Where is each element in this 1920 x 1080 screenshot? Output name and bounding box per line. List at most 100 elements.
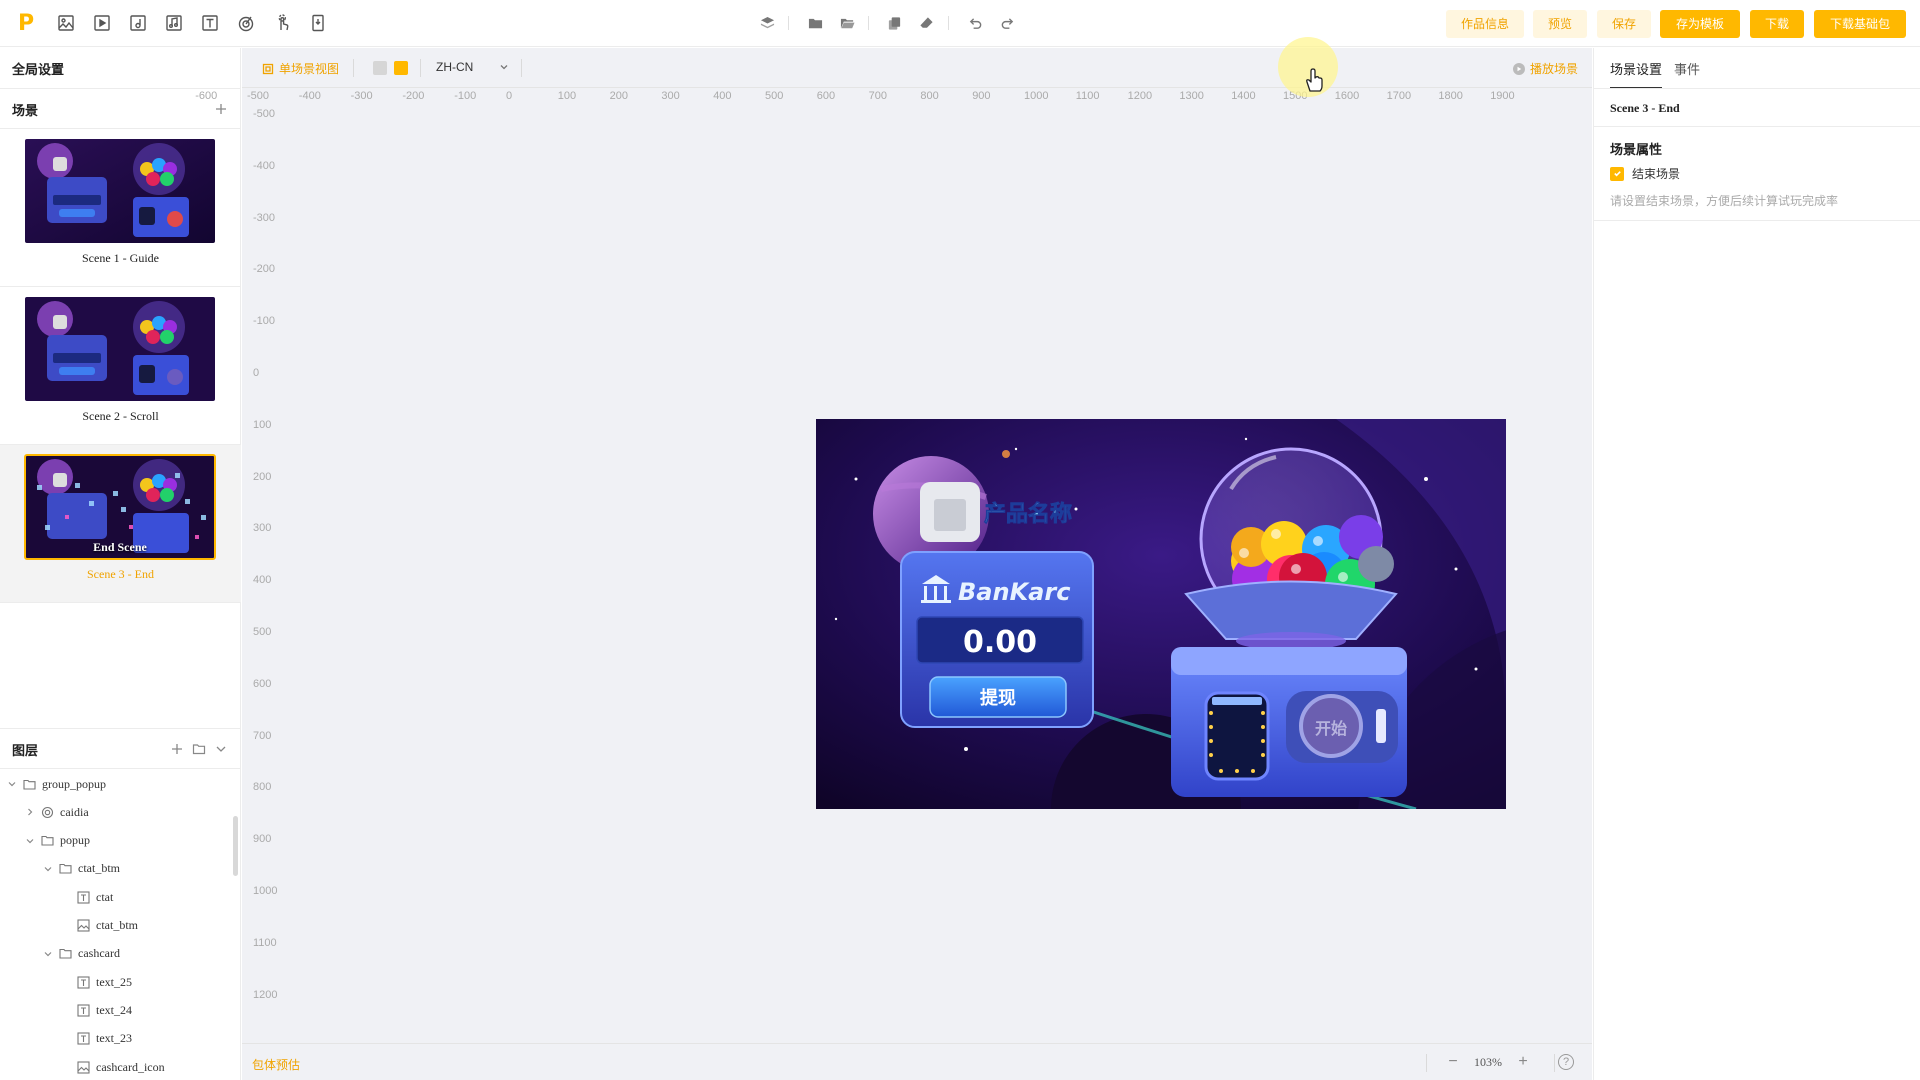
zoom-in-icon[interactable]: + xyxy=(1514,1053,1532,1071)
ruler-tick-label: -500 xyxy=(247,90,270,102)
checkmark-icon xyxy=(1610,166,1624,181)
tab-scene-settings[interactable]: 场景设置 xyxy=(1610,59,1663,89)
chevron-down-icon[interactable] xyxy=(6,778,18,790)
layer-row[interactable]: group_popup xyxy=(0,770,235,798)
tab-events[interactable]: 事件 xyxy=(1674,59,1700,87)
chevron-down-icon[interactable] xyxy=(42,948,54,960)
layer-row[interactable]: ctat_btm xyxy=(0,855,235,883)
ruler-tick-label: 1100 xyxy=(1075,90,1100,102)
ruler-tick-label: -200 xyxy=(253,263,276,276)
end-scene-checkbox[interactable]: 结束场景 xyxy=(1610,165,1680,182)
divider xyxy=(1594,220,1920,221)
add-layer-icon[interactable] xyxy=(169,741,185,757)
text-icon xyxy=(76,975,90,989)
image-icon xyxy=(76,1060,90,1074)
layers-icon[interactable] xyxy=(758,14,776,32)
layer-name: cashcard xyxy=(78,946,120,961)
ruler-tick-label: 1600 xyxy=(1334,90,1360,102)
layer-name: ctat_btm xyxy=(96,918,138,932)
layer-row[interactable]: ctat xyxy=(0,883,235,911)
layers-vertical-scrollbar[interactable] xyxy=(233,816,238,876)
layer-row[interactable]: popup xyxy=(0,827,235,855)
save-template-button[interactable]: 存为模板 xyxy=(1660,10,1740,38)
download-button[interactable]: 下载 xyxy=(1750,10,1804,38)
copy-icon[interactable] xyxy=(885,14,903,32)
layer-row[interactable]: cashcard_icon xyxy=(0,1053,235,1080)
audio-icon[interactable] xyxy=(128,13,148,33)
divider xyxy=(1594,126,1920,127)
work-info-button[interactable]: 作品信息 xyxy=(1446,10,1524,38)
left-panel: 全局设置 场景 Scene 1 - Guide Scene 2 - Scroll… xyxy=(0,48,241,1080)
withdraw-button-text: 提现 xyxy=(980,687,1016,709)
save-button[interactable]: 保存 xyxy=(1597,10,1651,38)
play-icon xyxy=(1512,62,1525,75)
layer-row[interactable]: text_23 xyxy=(0,1025,235,1053)
text-icon xyxy=(76,1003,90,1017)
scene-thumbnail xyxy=(25,297,215,401)
clear-icon[interactable] xyxy=(917,14,935,32)
play-scene-button[interactable]: 播放场景 xyxy=(1512,60,1578,77)
folder-icon[interactable] xyxy=(806,14,824,32)
scene-card-1[interactable]: Scene 1 - Guide xyxy=(0,129,241,286)
layer-row[interactable]: ctat_btm xyxy=(0,912,235,940)
redo-icon[interactable] xyxy=(998,14,1016,32)
scene-card-3[interactable]: End Scene Scene 3 - End xyxy=(0,445,241,602)
scene-view-icon xyxy=(262,63,274,74)
stage-canvas[interactable]: 产品名称 BanKarc 0.00 提现 开始 xyxy=(816,419,1506,809)
folder-open-icon[interactable] xyxy=(838,14,856,32)
background-swatch-grey[interactable] xyxy=(373,61,387,75)
chevron-right-icon[interactable] xyxy=(24,806,36,818)
divider xyxy=(1594,88,1920,89)
gesture-icon[interactable] xyxy=(272,13,292,33)
add-scene-icon[interactable] xyxy=(213,101,229,117)
horizontal-ruler: -600 -500 -400 -300 -200 -100 0 100 200 300 400 500… xyxy=(195,89,1592,107)
divider xyxy=(0,602,241,603)
ruler-tick-label: 900 xyxy=(253,833,272,846)
download-base-button[interactable]: 下载基础包 xyxy=(1814,10,1906,38)
layer-row[interactable]: text_24 xyxy=(0,996,235,1024)
ruler-tick-label: 0 xyxy=(506,90,513,102)
preview-button[interactable]: 预览 xyxy=(1533,10,1587,38)
layer-row[interactable]: caidia xyxy=(0,798,235,826)
layer-name: text_24 xyxy=(96,1002,132,1017)
ruler-tick-label: 1700 xyxy=(1386,90,1412,102)
image-icon[interactable] xyxy=(56,13,76,33)
end-scene-artwork: 产品名称 BanKarc 0.00 提现 开始 xyxy=(816,419,1506,809)
video-icon[interactable] xyxy=(92,13,112,33)
chevron-down-icon xyxy=(499,62,509,72)
single-scene-view-toggle[interactable]: 单场景视图 xyxy=(262,60,339,77)
ruler-tick-label: 400 xyxy=(253,574,272,587)
new-folder-icon[interactable] xyxy=(191,741,207,757)
image-icon xyxy=(76,919,90,933)
scene-label: Scene 1 - Guide xyxy=(82,251,159,265)
ruler-tick-label: 1800 xyxy=(1438,90,1463,102)
hand-cursor-icon xyxy=(1306,68,1323,92)
layer-row[interactable]: text_25 xyxy=(0,968,235,996)
toolbar-divider xyxy=(868,16,869,30)
scene-card-2[interactable]: Scene 2 - Scroll xyxy=(0,287,241,444)
device-icon[interactable] xyxy=(308,13,328,33)
text-icon[interactable] xyxy=(200,13,220,33)
ruler-tick-label: -200 xyxy=(402,90,425,102)
package-estimate-link[interactable]: 包体预估 xyxy=(252,1056,300,1073)
background-swatch-yellow[interactable] xyxy=(394,61,408,75)
ruler-tick-label: 100 xyxy=(557,90,577,102)
ruler-tick-label: 400 xyxy=(713,90,732,102)
layer-row[interactable]: cashcard xyxy=(0,940,235,968)
zoom-out-icon[interactable]: − xyxy=(1444,1053,1462,1071)
undo-icon[interactable] xyxy=(966,14,984,32)
toolbar-divider xyxy=(788,16,789,30)
chevron-down-icon[interactable] xyxy=(42,863,54,875)
ruler-tick-label: 500 xyxy=(253,626,272,638)
ruler-tick-label: 1300 xyxy=(1179,90,1204,102)
global-settings-header[interactable]: 全局设置 xyxy=(0,48,241,88)
chevron-down-icon[interactable] xyxy=(24,835,36,847)
music-icon[interactable] xyxy=(164,13,184,33)
help-icon[interactable]: ? xyxy=(1558,1054,1574,1070)
collapse-layers-icon[interactable] xyxy=(213,741,229,757)
ruler-tick-label: -100 xyxy=(454,90,477,102)
language-select[interactable]: ZH-CN xyxy=(436,60,509,74)
target-icon[interactable] xyxy=(236,13,256,33)
